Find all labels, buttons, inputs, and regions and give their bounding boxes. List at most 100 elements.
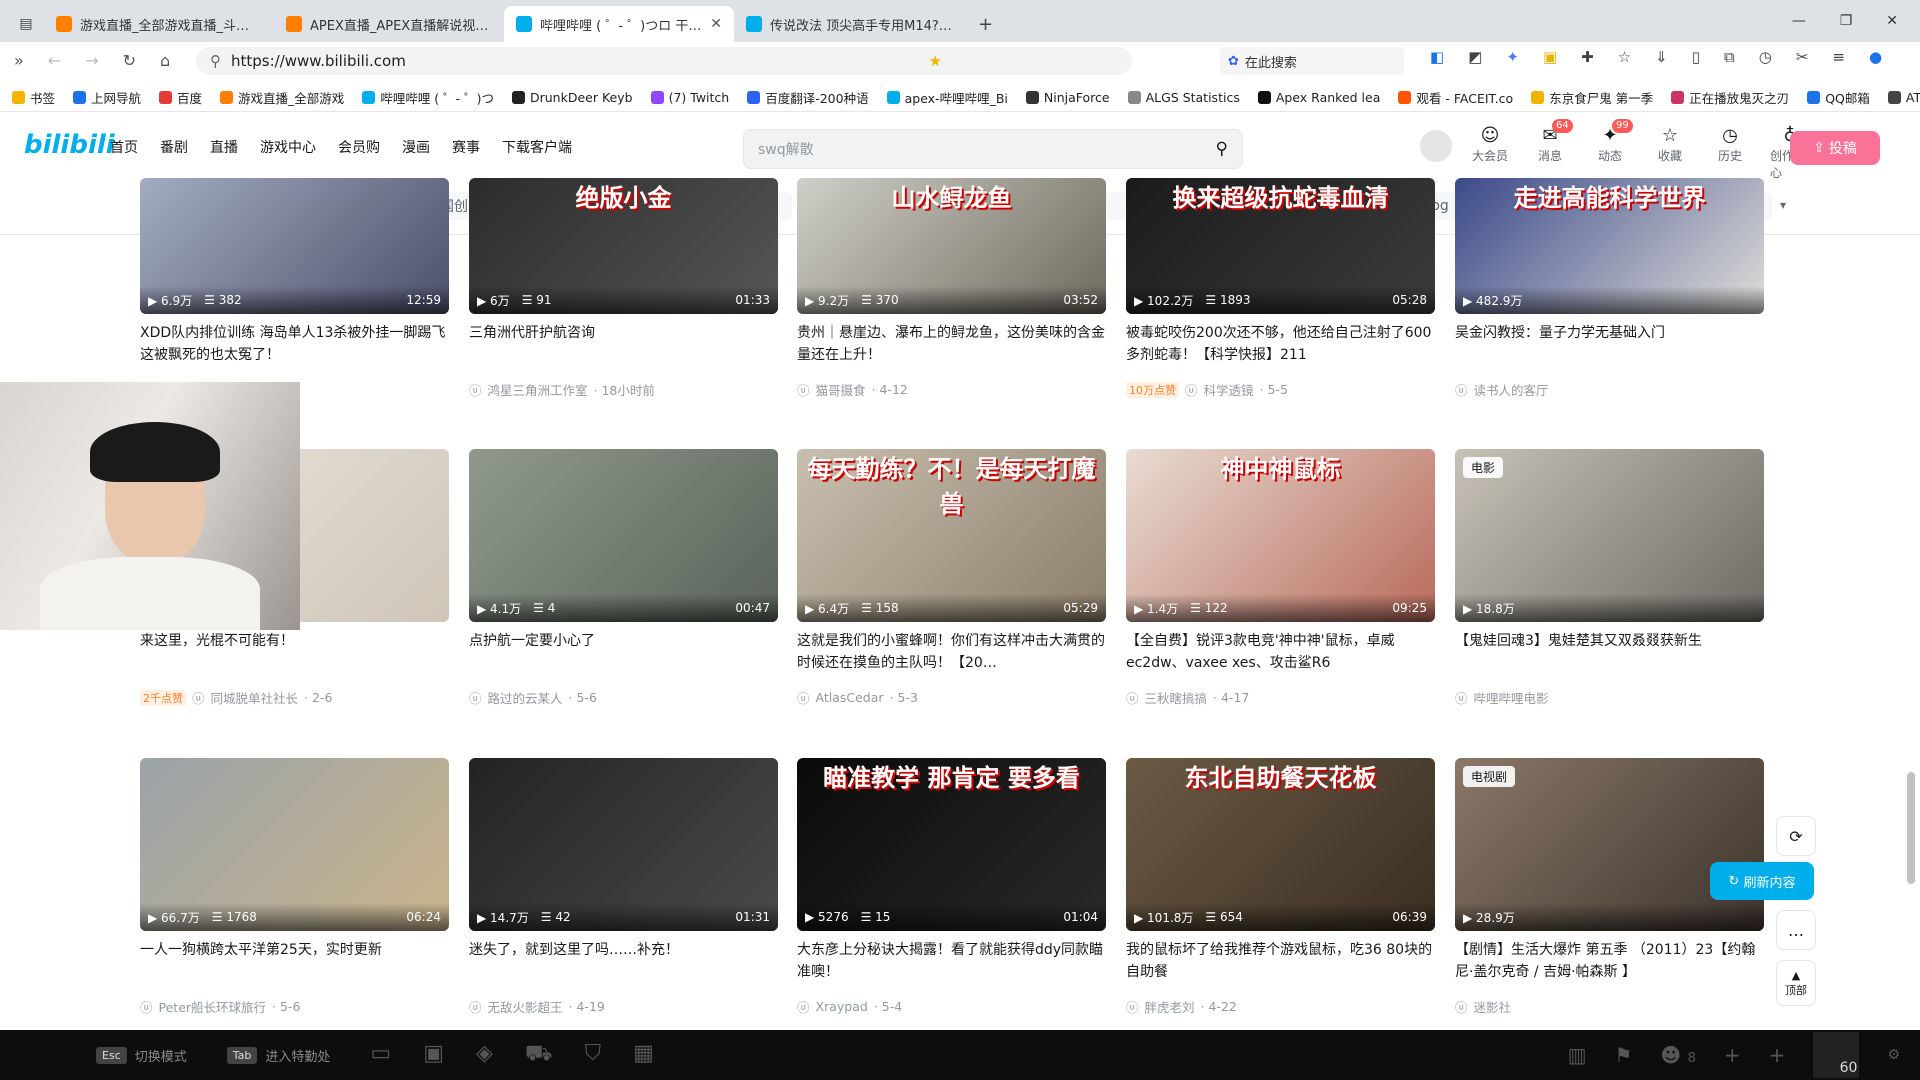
- author-name[interactable]: 路过的云某人: [488, 688, 563, 707]
- home-icon[interactable]: ⌂: [160, 51, 170, 70]
- author-name[interactable]: Peter船长环球旅行: [159, 997, 267, 1016]
- add-icon-2[interactable]: +: [1769, 1043, 1786, 1067]
- refresh-button[interactable]: ↻ 刷新内容: [1710, 862, 1814, 900]
- sidebar-toggle-icon[interactable]: »: [14, 51, 24, 70]
- video-thumbnail[interactable]: 走进高能科学世界 ▶ 482.9万: [1455, 178, 1764, 314]
- bookmark-item[interactable]: 百度: [159, 88, 202, 107]
- bookmark-item[interactable]: 观看 - FACEIT.co: [1398, 88, 1513, 107]
- video-title[interactable]: 贵州｜悬崖边、瀑布上的鲟龙鱼，这份美味的含金量还在上升！: [797, 322, 1106, 366]
- video-card[interactable]: 每天勤练？不！是每天打魔兽 ▶ 6.4万 ☰ 158 05:29 这就是我们的小蜜蜂啊！…: [797, 449, 1106, 707]
- bookmark-item[interactable]: 正在播放鬼灭之刃: [1671, 88, 1789, 107]
- video-thumbnail[interactable]: 换来超级抗蛇毒血清 ▶ 102.2万 ☰ 1893 05:28: [1126, 178, 1435, 314]
- author-name[interactable]: 无敌火影超王: [488, 997, 563, 1016]
- video-thumbnail[interactable]: 每天勤练？不！是每天打魔兽 ▶ 6.4万 ☰ 158 05:29: [797, 449, 1106, 622]
- close-tab-icon[interactable]: ✕: [710, 16, 722, 32]
- enter-hq-label[interactable]: 进入特勤处: [265, 1046, 330, 1065]
- bookmark-item[interactable]: NinjaForce: [1025, 90, 1110, 105]
- nav-item[interactable]: 番剧: [160, 137, 188, 157]
- author-name[interactable]: 读书人的客厅: [1474, 380, 1549, 399]
- extension-icon[interactable]: ◩: [1468, 48, 1482, 66]
- video-title[interactable]: 点护航一定要小心了: [469, 630, 778, 674]
- history-icon[interactable]: ◷: [1759, 48, 1772, 66]
- bookmark-item[interactable]: 书签: [12, 88, 55, 107]
- nav-item[interactable]: 下载客户端: [502, 137, 572, 157]
- video-title[interactable]: 吴金闪教授：量子力学无基础入门: [1455, 322, 1764, 366]
- ai-icon[interactable]: ✦: [1506, 48, 1519, 66]
- author-name[interactable]: 猫哥摄食: [816, 380, 866, 399]
- close-window-button[interactable]: ✕: [1886, 13, 1898, 29]
- video-card[interactable]: 东北自助餐天花板 ▶ 101.8万 ☰ 654 06:39 我的鼠标坏了给我推荐个游戏鼠…: [1126, 758, 1435, 1016]
- minimize-button[interactable]: —: [1792, 13, 1806, 29]
- author-name[interactable]: Xraypad: [816, 999, 868, 1014]
- site-search-box[interactable]: swq解散 ⚲: [743, 129, 1243, 169]
- browser-tab[interactable]: 哔哩哔哩 ( ゜- ゜)つロ 干杯~-b ✕: [504, 6, 734, 42]
- bookmark-item[interactable]: ATK HUB Beta: [1887, 90, 1920, 105]
- video-thumbnail[interactable]: ▶ 4.1万 ☰ 4 00:47: [469, 449, 778, 622]
- header-icon-1[interactable]: ✉ 消息 64: [1530, 119, 1573, 181]
- add-icon[interactable]: +: [1724, 1043, 1741, 1067]
- video-card[interactable]: ▶ 66.7万 ☰ 1768 06:24 一人一狗横跨太平洋第25天，实时更新 ⓤ Pet…: [140, 758, 449, 1016]
- bookmark-item[interactable]: 百度翻译-200种语: [747, 88, 869, 107]
- bookmark-star-icon[interactable]: ★: [929, 52, 942, 70]
- bookmark-item[interactable]: DrunkDeer Keyb: [512, 90, 633, 105]
- back-icon[interactable]: ←: [48, 51, 61, 70]
- video-title[interactable]: 三角洲代肝护航咨询: [469, 322, 778, 366]
- nav-item[interactable]: 赛事: [452, 137, 480, 157]
- author-name[interactable]: 哔哩哔哩电影: [1474, 688, 1549, 707]
- site-search-input[interactable]: swq解散: [758, 139, 814, 159]
- video-card[interactable]: 瞄准教学 那肯定 要多看 ▶ 5276 ☰ 15 01:04 大东彦上分秘诀大揭露！看了…: [797, 758, 1106, 1016]
- folder-icon[interactable]: ▣: [1543, 48, 1557, 66]
- video-thumbnail[interactable]: ▶ 66.7万 ☰ 1768 06:24: [140, 758, 449, 931]
- scrollbar-thumb[interactable]: [1907, 772, 1915, 884]
- reload-icon[interactable]: ↻: [123, 51, 136, 70]
- switch-mode-label[interactable]: 切换模式: [135, 1046, 187, 1065]
- nav-item[interactable]: 漫画: [402, 137, 430, 157]
- favorites-icon[interactable]: ☆: [1618, 48, 1631, 66]
- bookmark-item[interactable]: (7) Twitch: [650, 90, 729, 105]
- browser-tab[interactable]: 游戏直播_全部游戏直播_斗鱼直播: [44, 6, 274, 42]
- bilibili-logo[interactable]: bilibili: [24, 130, 115, 160]
- author-name[interactable]: 鸿星三角洲工作室: [488, 380, 588, 399]
- video-title[interactable]: 被毒蛇咬伤200次还不够，他还给自己注射了600多剂蛇毒！【科学快报】211: [1126, 322, 1435, 366]
- bookmark-item[interactable]: 哔哩哔哩 ( ゜- ゜)つ: [362, 88, 494, 107]
- author-name[interactable]: 迷影社: [1474, 997, 1512, 1016]
- video-card[interactable]: 电影 ▶ 18.8万 【鬼娃回魂3】鬼娃楚其又双叒叕获新生 ⓤ 哔哩哔哩电影: [1455, 449, 1764, 707]
- bookmark-item[interactable]: Apex Ranked lea: [1257, 90, 1380, 105]
- header-icon-4[interactable]: ◷ 历史: [1710, 125, 1750, 181]
- side-search[interactable]: ✿ 在此搜索: [1220, 47, 1404, 75]
- stats-icon[interactable]: ▥: [1568, 1043, 1587, 1067]
- chat-icon[interactable]: ▭: [370, 1041, 391, 1069]
- bookmark-item[interactable]: 上网导航: [73, 88, 141, 107]
- forward-icon[interactable]: →: [85, 51, 98, 70]
- video-thumbnail[interactable]: 瞄准教学 那肯定 要多看 ▶ 5276 ☰ 15 01:04: [797, 758, 1106, 931]
- more-button[interactable]: …: [1776, 910, 1816, 950]
- box-icon[interactable]: ▣: [423, 1041, 444, 1069]
- shield-icon[interactable]: ◈: [476, 1041, 493, 1069]
- video-card[interactable]: 走进高能科学世界 ▶ 482.9万 吴金闪教授：量子力学无基础入门 ⓤ 读书人的客厅: [1455, 178, 1764, 399]
- video-title[interactable]: 这就是我们的小蜜蜂啊！你们有这样冲击大满贯的时候还在摸鱼的主队吗！【20…: [797, 630, 1106, 674]
- phone-icon[interactable]: ▯: [1692, 48, 1700, 66]
- calendar-icon[interactable]: ▦: [633, 1041, 654, 1069]
- header-icon-0[interactable]: ☺ 大会员: [1470, 125, 1510, 181]
- header-icon-2[interactable]: ✦ 动态 99: [1590, 119, 1633, 181]
- collections-icon[interactable]: ⧉: [1724, 48, 1735, 66]
- video-title[interactable]: 一人一狗横跨太平洋第25天，实时更新: [140, 939, 449, 983]
- maximize-button[interactable]: ❐: [1840, 13, 1853, 29]
- video-thumbnail[interactable]: 神中神鼠标 ▶ 1.4万 ☰ 122 09:25: [1126, 449, 1435, 622]
- cut-icon[interactable]: ✂: [1796, 48, 1809, 66]
- video-title[interactable]: 来这里，光棍不可能有！: [140, 630, 449, 674]
- profile-icon[interactable]: ●: [1869, 48, 1882, 66]
- video-title[interactable]: XDD队内排位训练 海岛单人13杀被外挂一脚踢飞 这被飘死的也太冤了！: [140, 322, 449, 366]
- video-card[interactable]: 山水鲟龙鱼 ▶ 9.2万 ☰ 370 03:52 贵州｜悬崖边、瀑布上的鲟龙鱼，这份美味…: [797, 178, 1106, 399]
- video-title[interactable]: 迷失了，就到这里了吗……补充！: [469, 939, 778, 983]
- author-name[interactable]: 胖虎老刘: [1145, 997, 1195, 1016]
- badge-icon[interactable]: ⛉: [585, 1041, 602, 1069]
- avatar[interactable]: [1418, 128, 1454, 164]
- flag-icon[interactable]: ⚑: [1614, 1043, 1632, 1067]
- nav-item[interactable]: 首页: [110, 137, 138, 157]
- nav-item[interactable]: 直播: [210, 137, 238, 157]
- video-title[interactable]: 【全自费】锐评3款电竞'神中神'鼠标，卓威ec2dw、vaxee xes、攻击鲨…: [1126, 630, 1435, 674]
- nav-item[interactable]: 会员购: [338, 137, 380, 157]
- video-title[interactable]: 【鬼娃回魂3】鬼娃楚其又双叒叕获新生: [1455, 630, 1764, 674]
- author-name[interactable]: 科学透镜: [1204, 380, 1254, 399]
